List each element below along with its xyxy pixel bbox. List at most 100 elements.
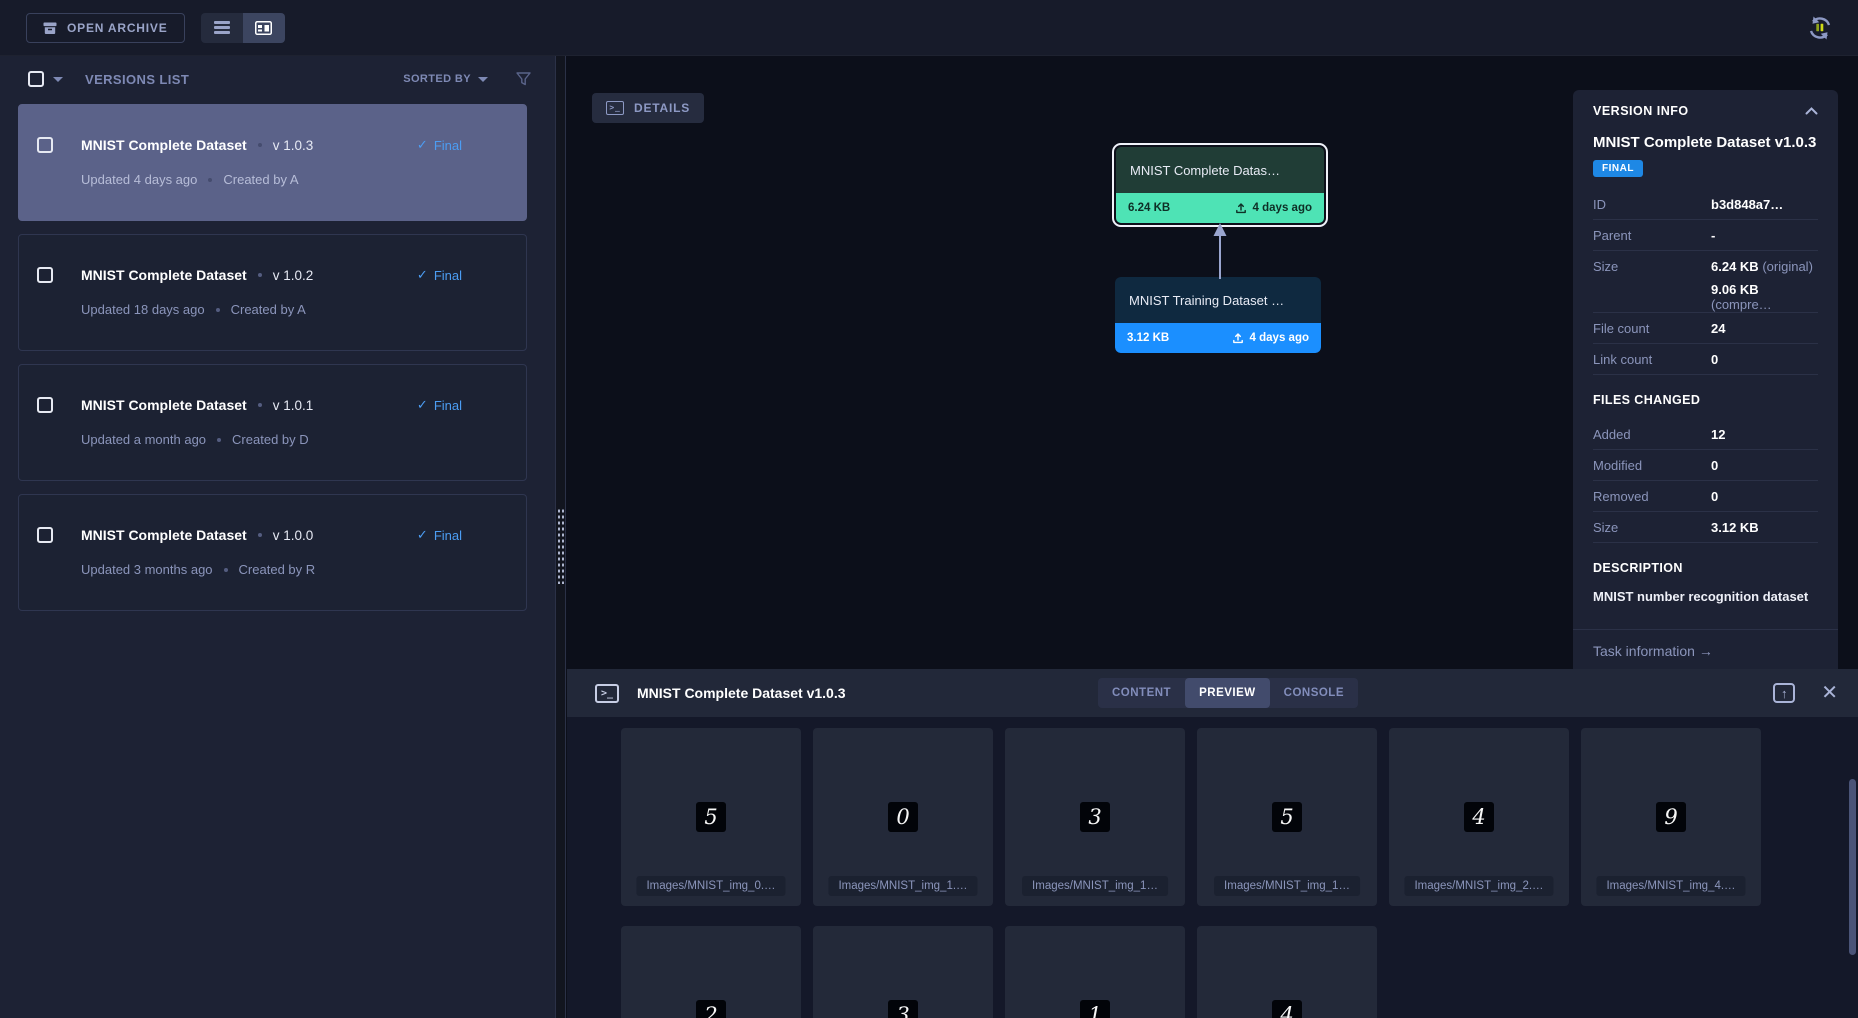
mnist-digit: 3 xyxy=(1088,805,1102,829)
image-filename-label: Images/MNIST_img_1.… xyxy=(828,876,978,896)
sorted-by-dropdown[interactable]: SORTED BY xyxy=(403,73,471,85)
view-toggle xyxy=(200,12,285,43)
check-icon: ✓ xyxy=(416,267,428,282)
info-row: Parent - xyxy=(1593,220,1818,251)
info-value: 0 xyxy=(1711,351,1719,367)
mnist-thumbnail: 3 xyxy=(1080,802,1110,832)
versions-panel: VERSIONS LIST SORTED BY MNIST Complete D… xyxy=(0,56,555,1018)
info-value: 12 xyxy=(1711,426,1726,442)
preview-panel-title: MNIST Complete Dataset v1.0.3 xyxy=(637,685,846,701)
split-view-icon xyxy=(255,20,273,35)
preview-tab[interactable]: CONSOLE xyxy=(1270,678,1358,708)
dot-separator xyxy=(217,437,222,442)
version-info-panel: VERSION INFO MNIST Complete Dataset v1.0… xyxy=(1573,90,1838,669)
preview-tab[interactable]: PREVIEW xyxy=(1185,678,1270,708)
version-status: ✓ Final xyxy=(417,397,462,413)
version-checkbox[interactable] xyxy=(37,267,53,283)
edge-arrow xyxy=(1213,223,1227,279)
version-card[interactable]: MNIST Complete Dataset v 1.0.0 ✓ Final U… xyxy=(18,494,527,611)
info-row: Removed 0 xyxy=(1593,481,1818,512)
auto-refresh-button[interactable] xyxy=(1806,14,1834,42)
image-preview-tile[interactable]: 5 Images/MNIST_img_1… xyxy=(1197,728,1377,906)
image-preview-tile[interactable]: 9 Images/MNIST_img_4.… xyxy=(1581,728,1761,906)
image-preview-tile[interactable]: 5 Images/MNIST_img_0.… xyxy=(621,728,801,906)
version-created: Created by A xyxy=(230,302,306,317)
select-all-checkbox[interactable] xyxy=(28,71,44,87)
image-preview-tile[interactable]: 4 Images/MNIST_img_2.… xyxy=(1389,728,1569,906)
mnist-thumbnail: 5 xyxy=(696,802,726,832)
pop-out-icon[interactable]: ↑ xyxy=(1773,683,1796,703)
mnist-digit: 3 xyxy=(896,1003,910,1018)
status-label: Final xyxy=(433,397,462,413)
select-all-caret-icon[interactable] xyxy=(53,76,63,82)
panel-resize-handle[interactable] xyxy=(557,508,565,584)
graph-node[interactable]: MNIST Complete Datas… 6.24 KB 4 days ago xyxy=(1112,143,1328,227)
image-preview-tile[interactable]: 0 Images/MNIST_img_1.… xyxy=(813,728,993,906)
info-row: Size 3.12 KB xyxy=(1593,512,1818,543)
version-status: ✓ Final xyxy=(417,527,462,543)
version-card[interactable]: MNIST Complete Dataset v 1.0.1 ✓ Final U… xyxy=(18,364,527,481)
status-label: Final xyxy=(433,137,462,153)
filter-button[interactable] xyxy=(516,72,531,86)
mnist-thumbnail: 0 xyxy=(888,802,918,832)
graph-node-title: MNIST Training Dataset … xyxy=(1115,277,1321,323)
mnist-digit: 0 xyxy=(896,805,910,829)
version-status: ✓ Final xyxy=(417,137,462,153)
info-value-note: (compre… xyxy=(1711,297,1772,312)
version-updated: Updated 4 days ago xyxy=(81,172,198,187)
version-checkbox[interactable] xyxy=(37,397,53,413)
image-preview-tile[interactable]: 1 xyxy=(1005,926,1185,1018)
split-view-button[interactable] xyxy=(242,12,285,43)
versions-list-title: VERSIONS LIST xyxy=(85,71,190,87)
version-checkbox[interactable] xyxy=(37,527,53,543)
details-button[interactable]: >_ DETAILS xyxy=(592,93,705,123)
preview-panel-header: >_ MNIST Complete Dataset v1.0.3 CONTENT… xyxy=(567,669,1858,717)
version-created: Created by A xyxy=(223,172,299,187)
version-number: v 1.0.0 xyxy=(272,527,314,543)
mnist-digit: 4 xyxy=(1472,805,1486,829)
sorted-by-caret-icon[interactable] xyxy=(478,76,488,82)
info-row: Link count 0 xyxy=(1593,344,1818,375)
mnist-digit: 1 xyxy=(1088,1003,1102,1018)
graph-node-time-label: 4 days ago xyxy=(1252,202,1312,214)
info-label: Size xyxy=(1593,259,1619,274)
image-preview-tile[interactable]: 2 xyxy=(621,926,801,1018)
open-archive-button[interactable]: OPEN ARCHIVE xyxy=(26,12,185,43)
version-info-rows: ID b3d848a7… Parent - Size 6.24 KB (orig… xyxy=(1593,189,1818,375)
preview-grid-row: 5 Images/MNIST_img_0.… 0 Images/MNIST_im… xyxy=(621,728,1858,906)
files-changed-header: FILES CHANGED xyxy=(1593,393,1701,407)
info-label: Size xyxy=(1593,519,1619,535)
scrollbar-thumb[interactable] xyxy=(1849,779,1856,955)
mnist-digit: 5 xyxy=(704,805,718,829)
dot-separator xyxy=(215,307,220,312)
versions-card-list: MNIST Complete Dataset v 1.0.3 ✓ Final U… xyxy=(0,102,555,611)
task-information-link[interactable]: Task information → xyxy=(1573,629,1838,669)
info-value: 24 xyxy=(1711,320,1726,336)
versions-list-header: VERSIONS LIST SORTED BY xyxy=(0,56,555,102)
graph-node-time-label: 4 days ago xyxy=(1249,332,1309,344)
description-header: DESCRIPTION xyxy=(1593,561,1683,575)
table-view-button[interactable] xyxy=(200,12,243,43)
image-preview-tile[interactable]: 4 xyxy=(1197,926,1377,1018)
version-updated: Updated 18 days ago xyxy=(81,302,205,317)
info-label: Parent xyxy=(1593,227,1632,243)
upload-icon xyxy=(1235,203,1246,214)
close-icon[interactable]: ✕ xyxy=(1821,683,1838,703)
graph-node-size: 3.12 KB xyxy=(1127,332,1170,344)
image-filename-label: Images/MNIST_img_1… xyxy=(1022,876,1168,896)
mnist-thumbnail: 2 xyxy=(696,1000,726,1018)
image-preview-tile[interactable]: 3 Images/MNIST_img_1… xyxy=(1005,728,1185,906)
check-icon: ✓ xyxy=(416,137,428,152)
chevron-up-icon[interactable] xyxy=(1805,107,1818,115)
image-preview-tile[interactable]: 3 xyxy=(813,926,993,1018)
final-badge: FINAL xyxy=(1593,160,1643,177)
version-card[interactable]: MNIST Complete Dataset v 1.0.2 ✓ Final U… xyxy=(18,234,527,351)
info-value-note: (original) xyxy=(1762,259,1813,274)
graph-node-title: MNIST Complete Datas… xyxy=(1116,147,1324,193)
version-checkbox[interactable] xyxy=(37,137,53,153)
archive-icon xyxy=(43,22,57,34)
graph-node[interactable]: MNIST Training Dataset … 3.12 KB 4 days … xyxy=(1115,277,1321,353)
version-card[interactable]: MNIST Complete Dataset v 1.0.3 ✓ Final U… xyxy=(18,104,527,221)
terminal-icon: >_ xyxy=(595,683,619,703)
preview-tab[interactable]: CONTENT xyxy=(1098,678,1185,708)
